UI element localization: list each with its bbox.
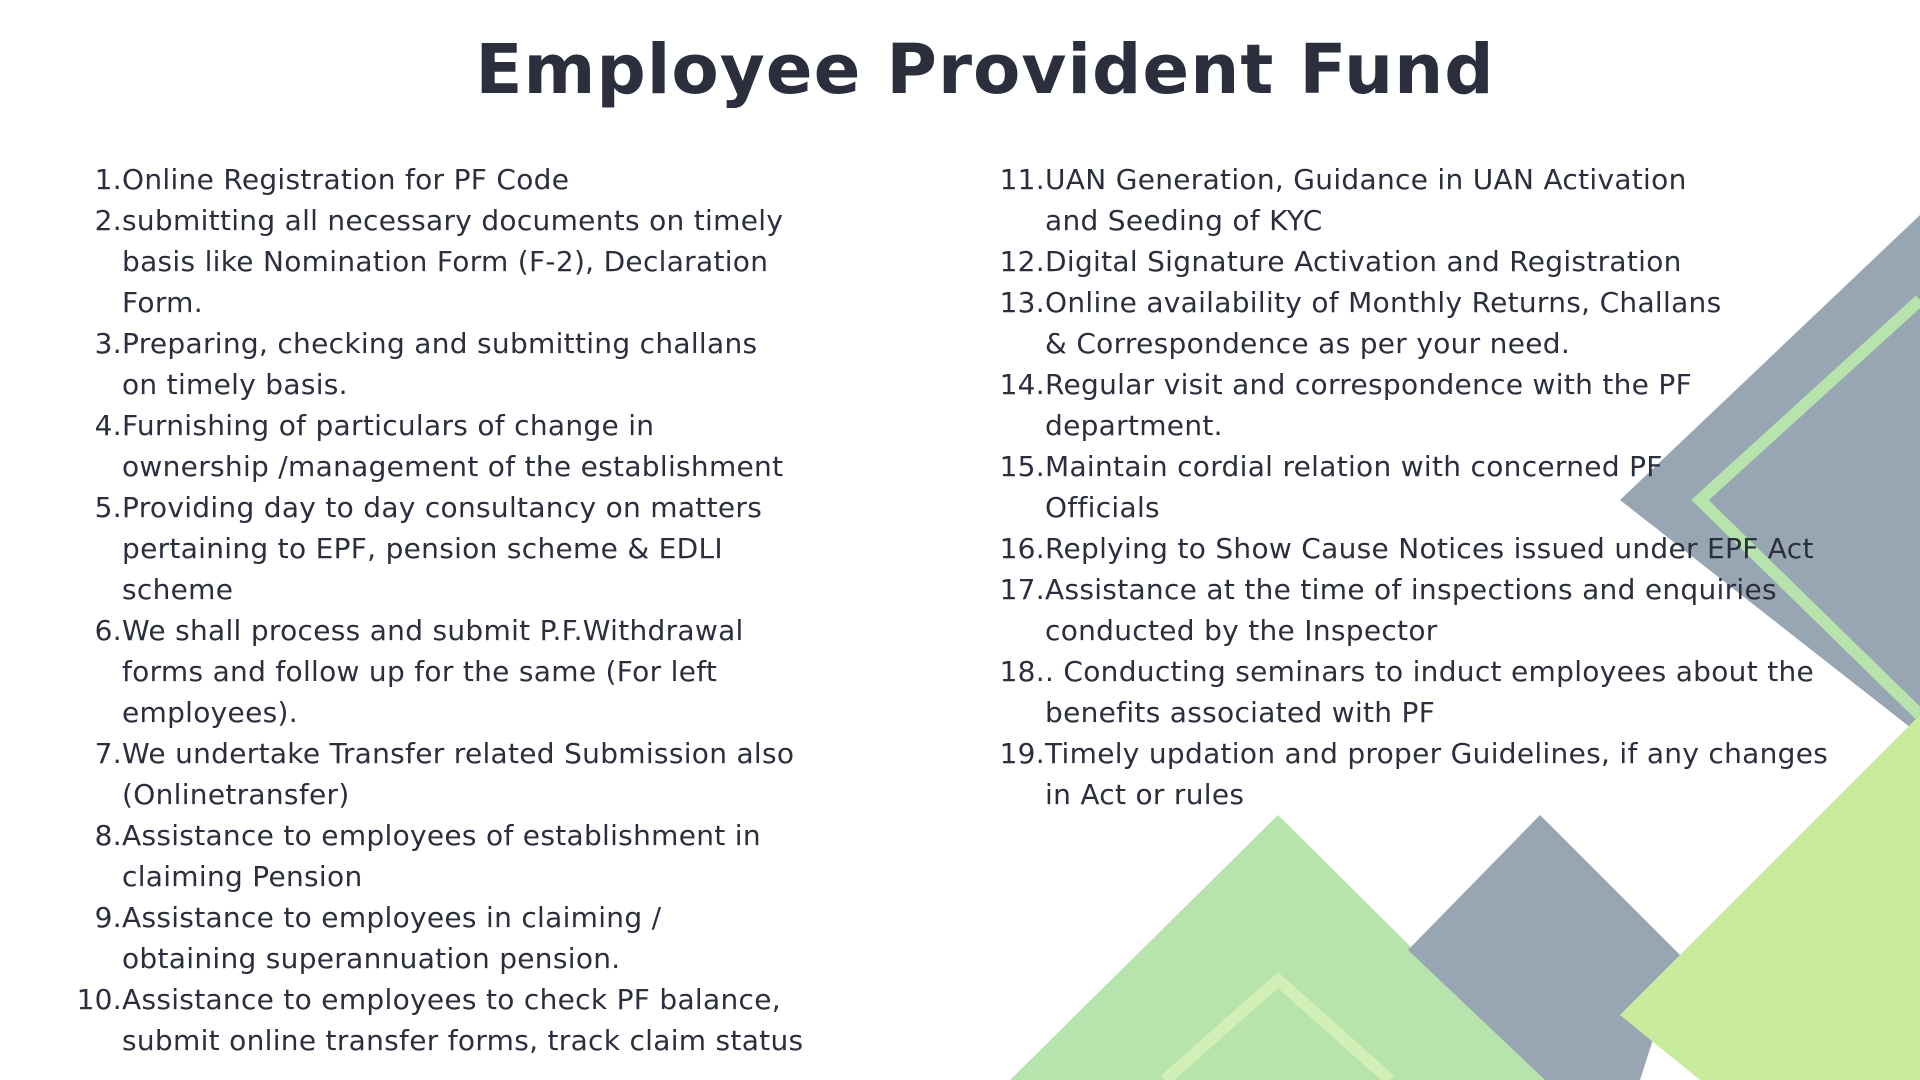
item-text: Assistance to employees in claiming / ob… — [122, 901, 662, 975]
page-title: Employee Provident Fund — [475, 30, 1495, 110]
list-item: 10. Assistance to employees to check PF … — [75, 979, 875, 1061]
item-text: submitting all necessary documents on ti… — [122, 204, 784, 319]
list-item: 17. Assistance at the time of inspection… — [998, 569, 1908, 651]
list-item: 18. . Conducting seminars to induct empl… — [998, 651, 1908, 733]
item-number: 4. — [94, 409, 122, 442]
item-number: 10. — [76, 983, 122, 1016]
item-text: Providing day to day consultancy on matt… — [122, 491, 763, 606]
slide: Employee Provident Fund 1. Online Regist… — [0, 0, 1920, 1080]
item-text: Assistance to employees to check PF bala… — [122, 983, 804, 1057]
list-item: 8. Assistance to employees of establishm… — [75, 815, 875, 897]
item-text: We shall process and submit P.F.Withdraw… — [122, 614, 744, 729]
item-text: Digital Signature Activation and Registr… — [1045, 245, 1682, 278]
item-number: 13. — [999, 286, 1045, 319]
item-text: Online availability of Monthly Returns, … — [1045, 286, 1722, 360]
item-number: 2. — [94, 204, 122, 237]
item-number: 6. — [94, 614, 122, 647]
item-number: 14. — [999, 368, 1045, 401]
list-item: 2. submitting all necessary documents on… — [75, 200, 875, 323]
list-item: 11. UAN Generation, Guidance in UAN Acti… — [998, 159, 1908, 241]
item-number: 15. — [999, 450, 1045, 483]
item-text: Timely updation and proper Guidelines, i… — [1045, 737, 1829, 811]
item-text: Online Registration for PF Code — [122, 163, 570, 196]
list-item: 1. Online Registration for PF Code — [75, 159, 875, 200]
list-item: 13. Online availability of Monthly Retur… — [998, 282, 1908, 364]
list-item: 14. Regular visit and correspondence wit… — [998, 364, 1908, 446]
list-item: 16. Replying to Show Cause Notices issue… — [998, 528, 1908, 569]
services-list-right: 11. UAN Generation, Guidance in UAN Acti… — [998, 159, 1908, 815]
list-item: 7. We undertake Transfer related Submiss… — [75, 733, 875, 815]
item-text: Furnishing of particulars of change in o… — [122, 409, 784, 483]
item-number: 9. — [94, 901, 122, 934]
item-number: 17. — [999, 573, 1045, 606]
item-text: Maintain cordial relation with concerned… — [1045, 450, 1663, 524]
list-item: 5. Providing day to day consultancy on m… — [75, 487, 875, 610]
list-item: 19. Timely updation and proper Guideline… — [998, 733, 1908, 815]
list-item: 12. Digital Signature Activation and Reg… — [998, 241, 1908, 282]
item-number: 1. — [94, 163, 122, 196]
list-item: 4. Furnishing of particulars of change i… — [75, 405, 875, 487]
item-text: Preparing, checking and submitting chall… — [122, 327, 758, 401]
list-item: 9. Assistance to employees in claiming /… — [75, 897, 875, 979]
list-item: 3. Preparing, checking and submitting ch… — [75, 323, 875, 405]
item-number: 18. — [999, 655, 1045, 688]
item-text: Regular visit and correspondence with th… — [1045, 368, 1692, 442]
item-number: 19. — [999, 737, 1045, 770]
item-text: Assistance to employees of establishment… — [122, 819, 761, 893]
list-item: 15. Maintain cordial relation with conce… — [998, 446, 1908, 528]
item-number: 16. — [999, 532, 1045, 565]
item-number: 11. — [999, 163, 1045, 196]
item-number: 8. — [94, 819, 122, 852]
item-number: 3. — [94, 327, 122, 360]
item-text: . Conducting seminars to induct employee… — [1045, 655, 1815, 729]
item-text: Replying to Show Cause Notices issued un… — [1045, 532, 1814, 565]
item-text: UAN Generation, Guidance in UAN Activati… — [1045, 163, 1687, 237]
list-item: 6. We shall process and submit P.F.Withd… — [75, 610, 875, 733]
item-text: Assistance at the time of inspections an… — [1045, 573, 1777, 647]
item-number: 5. — [94, 491, 122, 524]
services-list-left: 1. Online Registration for PF Code 2. su… — [75, 159, 875, 1061]
item-text: We undertake Transfer related Submission… — [122, 737, 795, 811]
item-number: 12. — [999, 245, 1045, 278]
item-number: 7. — [94, 737, 122, 770]
